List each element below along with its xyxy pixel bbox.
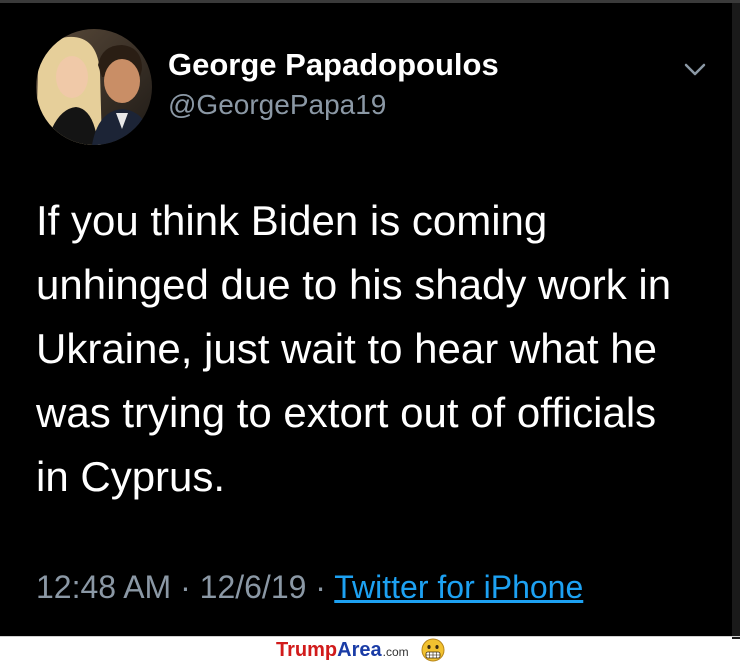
tweet-source-link[interactable]: Twitter for iPhone [334, 569, 583, 605]
chevron-down-icon[interactable] [682, 59, 708, 79]
avatar[interactable] [36, 29, 152, 145]
watermark-suffix: .com [382, 645, 409, 659]
separator-dot: · [180, 569, 191, 605]
watermark-word-trump: Trump [276, 638, 338, 661]
tweet-text: If you think Biden is coming unhinged du… [36, 197, 672, 500]
tweet-metadata: 12:48 AM · 12/6/19 · Twitter for iPhone [36, 569, 583, 606]
tweet-card: George Papadopoulos @GeorgePapa19 If you… [0, 0, 740, 639]
display-name[interactable]: George Papadopoulos [168, 47, 499, 83]
watermark-word-area: Area [337, 638, 382, 661]
avatar-photo [36, 29, 152, 145]
separator-dot: · [315, 569, 326, 605]
user-handle[interactable]: @GeorgePapa19 [168, 89, 386, 121]
watermark-logo: Trump Area .com [276, 638, 445, 662]
grimace-emoji-icon [421, 638, 445, 662]
tweet-time[interactable]: 12:48 AM [36, 569, 171, 605]
divider [0, 636, 740, 637]
scrollbar-track [732, 3, 740, 639]
tweet-date[interactable]: 12/6/19 [200, 569, 307, 605]
